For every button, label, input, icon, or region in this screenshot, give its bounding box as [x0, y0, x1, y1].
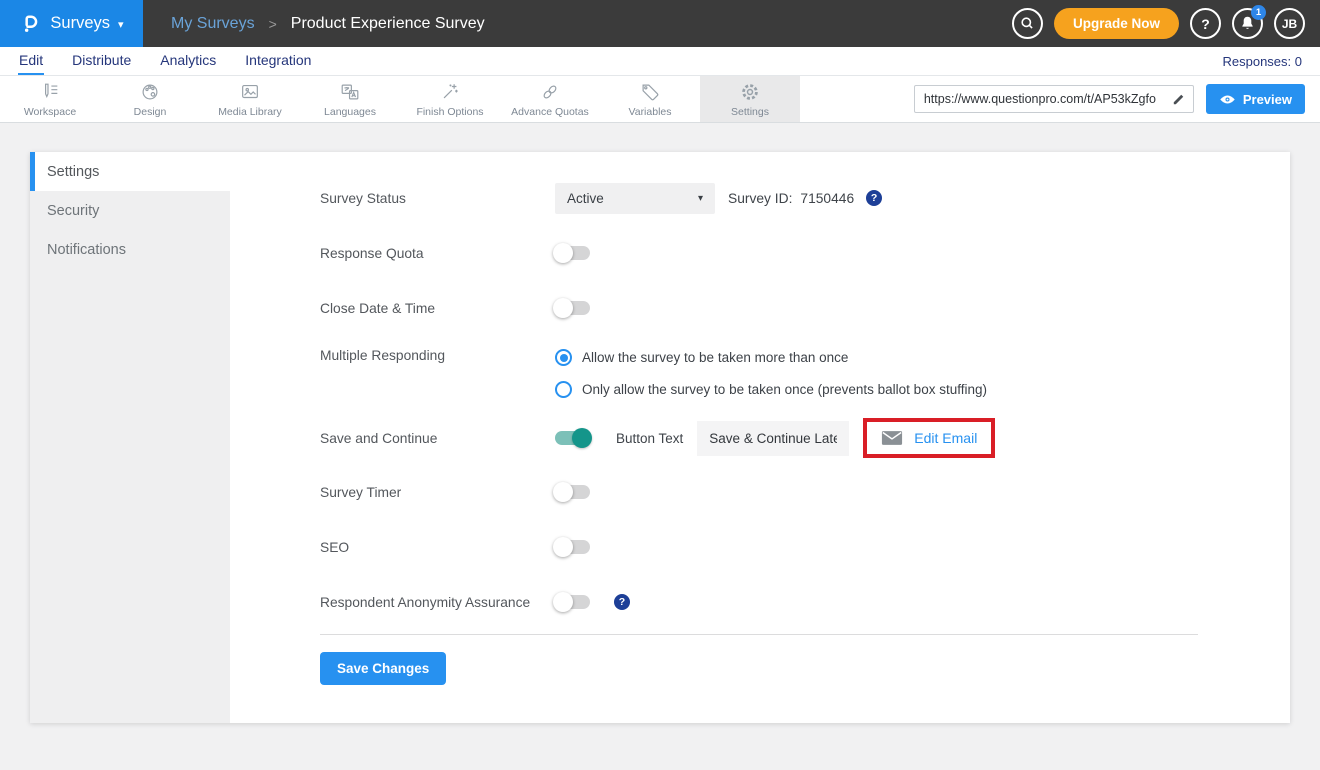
respondent-anonymity-toggle[interactable] [555, 595, 590, 609]
breadcrumb-my-surveys[interactable]: My Surveys [171, 15, 255, 33]
toolbar-item-settings[interactable]: Settings [700, 76, 800, 122]
survey-url-input[interactable] [914, 85, 1194, 113]
avatar-initials: JB [1282, 17, 1297, 31]
save-and-continue-toggle[interactable] [555, 431, 590, 445]
respondent-anonymity-help-icon[interactable]: ? [614, 594, 630, 610]
tab-distribute[interactable]: Distribute [71, 47, 132, 75]
survey-id-help-icon[interactable]: ? [866, 190, 882, 206]
multiple-responding-label: Multiple Responding [320, 347, 555, 363]
product-switcher-label: Surveys [50, 14, 110, 33]
help-button[interactable]: ? [1190, 8, 1221, 39]
response-quota-toggle[interactable] [555, 246, 590, 260]
button-text-label: Button Text [616, 431, 683, 446]
notification-badge: 1 [1251, 5, 1266, 20]
question-mark-icon: ? [1201, 16, 1210, 32]
radio-selected-icon[interactable] [555, 349, 572, 366]
chevron-down-icon: ▾ [118, 18, 124, 31]
search-button[interactable] [1012, 8, 1043, 39]
sidebar-item-notifications[interactable]: Notifications [30, 230, 230, 269]
languages-icon [339, 81, 361, 103]
toolbar-item-languages[interactable]: Languages [300, 76, 400, 122]
product-switcher[interactable]: Surveys ▾ [0, 0, 143, 47]
close-date-label: Close Date & Time [320, 301, 555, 316]
seo-row: SEO [320, 531, 1230, 563]
respondent-anonymity-label: Respondent Anonymity Assurance [320, 595, 555, 610]
survey-status-value: Active [567, 191, 604, 206]
responses-count: Responses: 0 [1223, 54, 1320, 69]
breadcrumb: My Surveys > Product Experience Survey [171, 15, 485, 33]
settings-card: SettingsSecurityNotifications Survey Sta… [30, 152, 1290, 723]
survey-timer-row: Survey Timer [320, 476, 1230, 508]
breadcrumb-separator: > [269, 16, 277, 32]
toolbar-item-variables[interactable]: Variables [600, 76, 700, 122]
avatar[interactable]: JB [1274, 8, 1305, 39]
multiple-responding-row: Multiple Responding Allow the survey to … [320, 347, 1230, 400]
finish-options-icon [439, 81, 461, 103]
settings-icon [739, 81, 761, 103]
toolbar-item-workspace[interactable]: Workspace [0, 76, 100, 122]
save-changes-button[interactable]: Save Changes [320, 652, 446, 685]
multiple-responding-option-2[interactable]: Only allow the survey to be taken once (… [555, 381, 987, 398]
edit-email-highlight: Edit Email [863, 418, 995, 458]
survey-id-label: Survey ID: [728, 191, 792, 206]
seo-label: SEO [320, 540, 555, 555]
top-bar: Surveys ▾ My Surveys > Product Experienc… [0, 0, 1320, 47]
toolbar-item-advance-quotas[interactable]: Advance Quotas [500, 76, 600, 122]
edit-email-link[interactable]: Edit Email [881, 430, 977, 446]
close-date-row: Close Date & Time [320, 292, 1230, 324]
survey-id: Survey ID: 7150446 [728, 191, 854, 206]
preview-button[interactable]: Preview [1206, 84, 1305, 114]
chevron-down-icon: ▾ [698, 193, 703, 204]
media-library-icon [239, 81, 261, 103]
seo-toggle[interactable] [555, 540, 590, 554]
toolbar-item-media-library[interactable]: Media Library [200, 76, 300, 122]
page-content: SettingsSecurityNotifications Survey Sta… [0, 123, 1320, 723]
settings-form: Survey Status Active ▾ Survey ID: 715044… [230, 152, 1290, 723]
tab-integration[interactable]: Integration [244, 47, 312, 75]
response-quota-label: Response Quota [320, 246, 555, 261]
radio-unselected-icon[interactable] [555, 381, 572, 398]
form-divider [320, 634, 1198, 635]
advance-quotas-icon [539, 81, 561, 103]
search-icon [1018, 14, 1037, 33]
edit-toolbar: WorkspaceDesignMedia LibraryLanguagesFin… [0, 76, 1320, 123]
breadcrumb-current-survey: Product Experience Survey [291, 15, 485, 33]
sidebar-item-settings[interactable]: Settings [30, 152, 230, 191]
settings-sidebar: SettingsSecurityNotifications [30, 152, 230, 723]
design-icon [139, 81, 161, 103]
toolbar-item-design[interactable]: Design [100, 76, 200, 122]
survey-id-value: 7150446 [800, 191, 854, 206]
radio-option-label: Only allow the survey to be taken once (… [582, 382, 987, 397]
tab-edit[interactable]: Edit [18, 47, 44, 75]
survey-status-dropdown[interactable]: Active ▾ [555, 183, 715, 214]
survey-status-row: Survey Status Active ▾ Survey ID: 715044… [320, 182, 1230, 214]
radio-option-label: Allow the survey to be taken more than o… [582, 350, 848, 365]
envelope-icon [881, 430, 903, 446]
survey-url-wrap [914, 85, 1194, 113]
response-quota-row: Response Quota [320, 237, 1230, 269]
button-text-input[interactable] [697, 421, 849, 456]
save-and-continue-label: Save and Continue [320, 431, 555, 446]
section-tabs: Edit Distribute Analytics Integration Respo… [0, 47, 1320, 76]
variables-icon [639, 81, 661, 103]
multiple-responding-option-1[interactable]: Allow the survey to be taken more than o… [555, 349, 987, 366]
save-and-continue-row: Save and Continue Button Text Edit Email [320, 415, 1230, 461]
survey-status-label: Survey Status [320, 191, 555, 206]
survey-timer-label: Survey Timer [320, 485, 555, 500]
questionpro-logo-icon [19, 12, 42, 35]
sidebar-item-security[interactable]: Security [30, 191, 230, 230]
eye-icon [1219, 94, 1236, 105]
upgrade-now-button[interactable]: Upgrade Now [1054, 8, 1179, 39]
edit-email-label: Edit Email [914, 430, 977, 446]
preview-label: Preview [1243, 92, 1292, 107]
notifications-button[interactable]: 1 [1232, 8, 1263, 39]
survey-timer-toggle[interactable] [555, 485, 590, 499]
edit-url-icon[interactable] [1171, 91, 1187, 107]
respondent-anonymity-row: Respondent Anonymity Assurance ? [320, 586, 1230, 618]
toolbar-item-finish-options[interactable]: Finish Options [400, 76, 500, 122]
workspace-icon [39, 81, 61, 103]
tab-analytics[interactable]: Analytics [159, 47, 217, 75]
close-date-toggle[interactable] [555, 301, 590, 315]
topbar-actions: Upgrade Now ? 1 JB [1012, 8, 1320, 39]
